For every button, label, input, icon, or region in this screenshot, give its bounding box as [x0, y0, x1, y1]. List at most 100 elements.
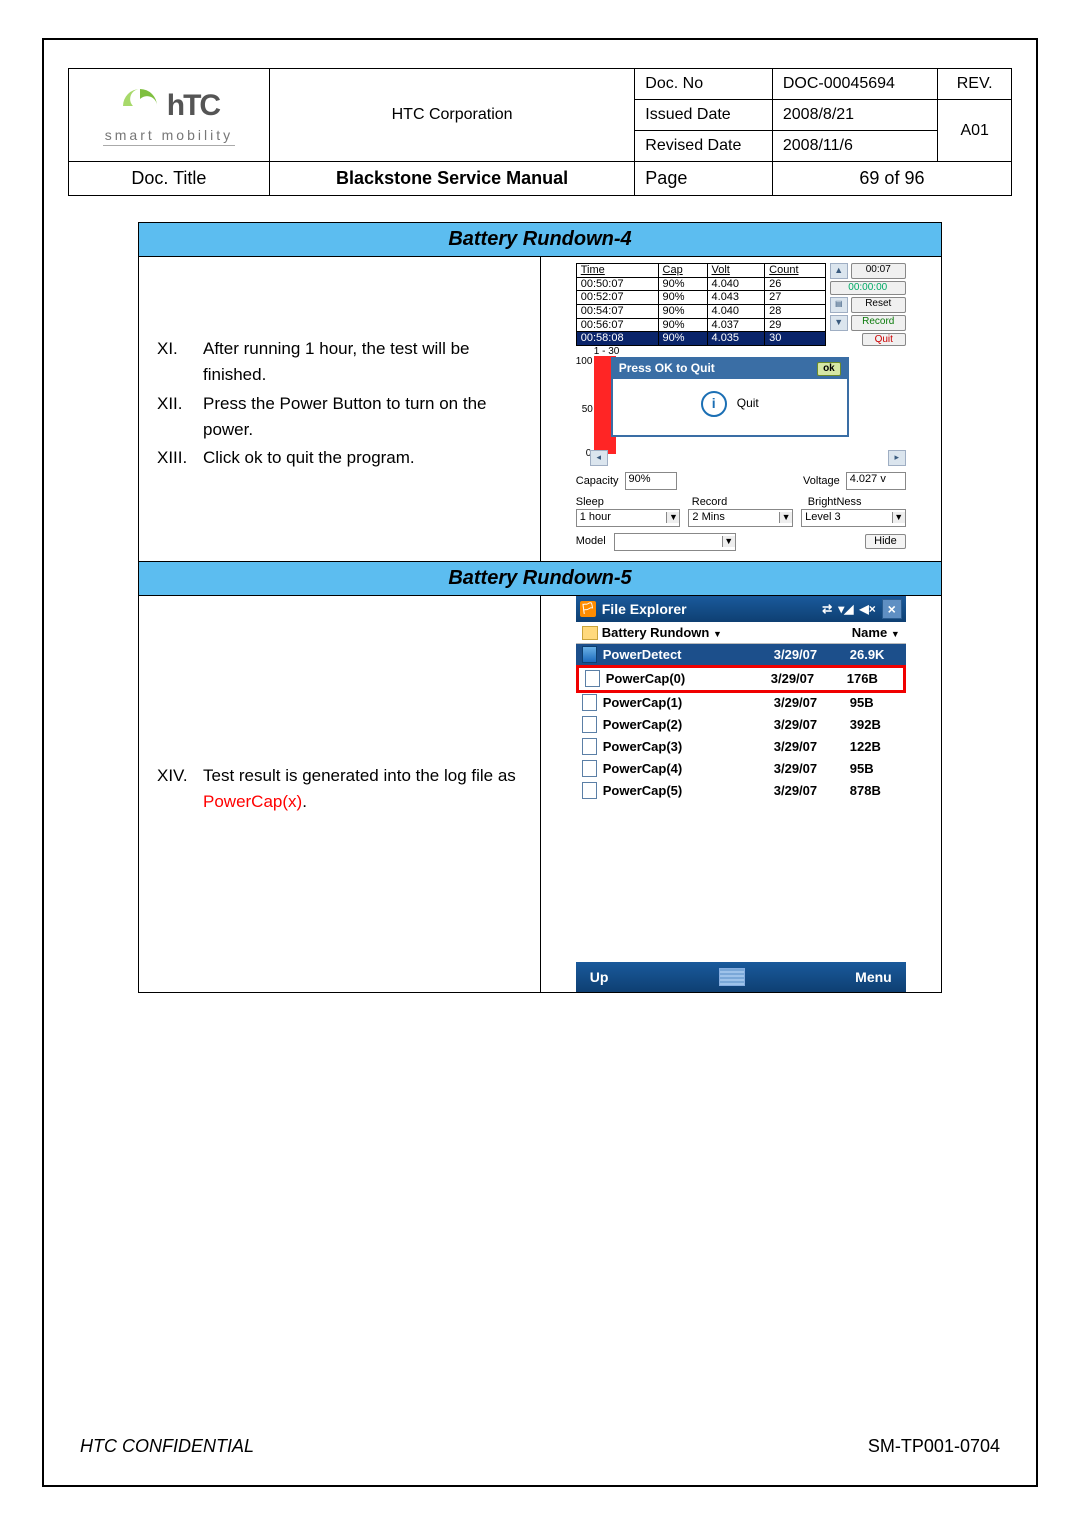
file-row-selected[interactable]: PowerDetect 3/29/07 26.9K: [576, 644, 906, 666]
brightness-label: BrightNess: [808, 496, 906, 509]
record-label: Record: [692, 496, 790, 509]
section4-item-11: XI.After running 1 hour, the test will b…: [157, 336, 530, 389]
quit-dialog-body: Quit: [737, 397, 759, 411]
folder-path-bar[interactable]: Battery Rundown ▼ Name ▼: [576, 622, 906, 645]
capacity-field[interactable]: 90%: [625, 472, 677, 490]
file-row[interactable]: PowerCap(1)3/29/0795B: [576, 692, 906, 714]
keyboard-icon[interactable]: [719, 968, 745, 986]
htc-logo: hTC smart mobility: [73, 85, 265, 146]
file-icon: [582, 760, 597, 777]
brightness-dropdown[interactable]: Level 3▼: [801, 509, 906, 527]
page-value: 69 of 96: [772, 162, 1011, 196]
d4-side-panel: ▲ 00:07 00:00:00 ▤ Reset ▼: [830, 263, 906, 346]
section4-item-12: XII.Press the Power Button to turn on th…: [157, 391, 530, 444]
folder-icon: [582, 626, 598, 640]
close-icon[interactable]: ×: [882, 599, 902, 619]
d4-row: 00:56:0790%4.03729: [576, 318, 825, 332]
quit-dialog: Press OK to Quit ok i Quit: [612, 358, 848, 436]
corp-name: HTC Corporation: [269, 69, 634, 162]
signal-icon[interactable]: ▾◢: [838, 602, 853, 616]
d4-row: 00:52:0790%4.04327: [576, 291, 825, 305]
quit-button[interactable]: Quit: [862, 333, 906, 347]
chart-left-icon[interactable]: ◂: [590, 450, 608, 466]
d5-titlebar: 🏳 File Explorer ⇄ ▾◢ ◀× ×: [576, 596, 906, 622]
up-softkey[interactable]: Up: [590, 969, 609, 985]
sleep-dropdown[interactable]: 1 hour▼: [576, 509, 681, 527]
d4-row: 00:54:0790%4.04028: [576, 304, 825, 318]
rev-value: A01: [938, 100, 1012, 162]
page-border: hTC smart mobility HTC Corporation Doc. …: [42, 38, 1038, 1487]
d4-row-selected[interactable]: 00:58:0890%4.03530: [576, 332, 825, 346]
file-row[interactable]: PowerCap(2)3/29/07392B: [576, 714, 906, 736]
voltage-field[interactable]: 4.027 v: [846, 472, 906, 490]
section5-header: Battery Rundown-5: [139, 561, 942, 595]
d4-row: 00:50:0790%4.04026: [576, 277, 825, 291]
file-icon: [582, 782, 597, 799]
page: hTC smart mobility HTC Corporation Doc. …: [0, 0, 1080, 1527]
menu-softkey[interactable]: Menu: [855, 969, 892, 985]
htc-swirl-icon: [119, 85, 161, 127]
logo-subtitle: smart mobility: [103, 127, 235, 146]
volume-icon[interactable]: ◀×: [860, 602, 876, 616]
file-row[interactable]: PowerCap(4)3/29/0795B: [576, 758, 906, 780]
section4-image-cell: Time Cap Volt Count 00:50:0790%4.04026 0…: [540, 257, 942, 562]
scroll-up-icon[interactable]: ▲: [830, 263, 848, 279]
record-dropdown[interactable]: 2 Mins▼: [688, 509, 793, 527]
revised-value: 2008/11/6: [772, 131, 938, 162]
model-dropdown[interactable]: ▼: [614, 533, 736, 551]
file-row[interactable]: PowerCap(5)3/29/07878B: [576, 780, 906, 802]
chart-right-icon[interactable]: ▸: [888, 450, 906, 466]
record-button[interactable]: Record: [851, 315, 906, 331]
info-icon: i: [701, 391, 727, 417]
file-explorer-title: File Explorer: [602, 601, 687, 617]
content: Battery Rundown-4 XI.After running 1 hou…: [138, 222, 942, 993]
elapsed-display: 00:00:00: [830, 281, 906, 295]
footer-confidential: HTC CONFIDENTIAL: [80, 1436, 254, 1457]
scroll-down-icon[interactable]: ▼: [830, 315, 848, 331]
docno-value: DOC-00045694: [772, 69, 938, 100]
exe-file-icon: [582, 646, 597, 663]
hide-button[interactable]: Hide: [865, 534, 906, 549]
page-label: Page: [635, 162, 773, 196]
voltage-label: Voltage: [803, 475, 840, 488]
section4-text: XI.After running 1 hour, the test will b…: [139, 257, 541, 562]
rev-label: REV.: [938, 69, 1012, 100]
doctitle-label: Doc. Title: [69, 162, 270, 196]
quit-dialog-titlebar: Press OK to Quit ok: [613, 359, 847, 379]
ok-button[interactable]: ok: [817, 362, 841, 376]
section5-item-14: XIV. Test result is generated into the l…: [157, 763, 530, 816]
start-flag-icon[interactable]: 🏳: [580, 601, 596, 617]
file-row[interactable]: PowerCap(3)3/29/07122B: [576, 736, 906, 758]
sleep-label: Sleep: [576, 496, 674, 509]
doctitle-value: Blackstone Service Manual: [269, 162, 634, 196]
header-table: hTC smart mobility HTC Corporation Doc. …: [68, 68, 1012, 196]
footer: HTC CONFIDENTIAL SM-TP001-0704: [80, 1436, 1000, 1457]
d5-red-highlight: PowerCap(0) 3/29/07 176B: [576, 665, 906, 693]
scroll-mid-icon[interactable]: ▤: [830, 297, 848, 313]
device4-screenshot: Time Cap Volt Count 00:50:0790%4.04026 0…: [576, 263, 906, 551]
model-label: Model: [576, 535, 606, 548]
section5-text: XIV. Test result is generated into the l…: [139, 595, 541, 993]
clock-display: 00:07: [851, 263, 906, 279]
issued-label: Issued Date: [635, 100, 773, 131]
issued-value: 2008/8/21: [772, 100, 938, 131]
reset-button[interactable]: Reset: [851, 297, 906, 313]
footer-docid: SM-TP001-0704: [868, 1436, 1000, 1457]
d5-softkey-bar: Up Menu: [576, 962, 906, 992]
htc-wordmark: hTC: [167, 89, 219, 123]
file-icon: [582, 738, 597, 755]
file-row[interactable]: PowerCap(0) 3/29/07 176B: [579, 668, 903, 690]
device5-screenshot: 🏳 File Explorer ⇄ ▾◢ ◀× × Batte: [576, 596, 906, 993]
d4-chart: 1 - 30 100 50 0 Press OK to Quit ok: [576, 348, 906, 466]
section4-header: Battery Rundown-4: [139, 223, 942, 257]
sections-table: Battery Rundown-4 XI.After running 1 hou…: [138, 222, 942, 993]
capacity-label: Capacity: [576, 475, 619, 488]
file-icon: [585, 670, 600, 687]
connectivity-icon[interactable]: ⇄: [822, 602, 832, 616]
powercap-highlight: PowerCap(x): [203, 792, 302, 811]
docno-label: Doc. No: [635, 69, 773, 100]
file-icon: [582, 716, 597, 733]
section4-item-13: XIII.Click ok to quit the program.: [157, 445, 530, 471]
d4-data-table: Time Cap Volt Count 00:50:0790%4.04026 0…: [576, 263, 826, 346]
file-icon: [582, 694, 597, 711]
